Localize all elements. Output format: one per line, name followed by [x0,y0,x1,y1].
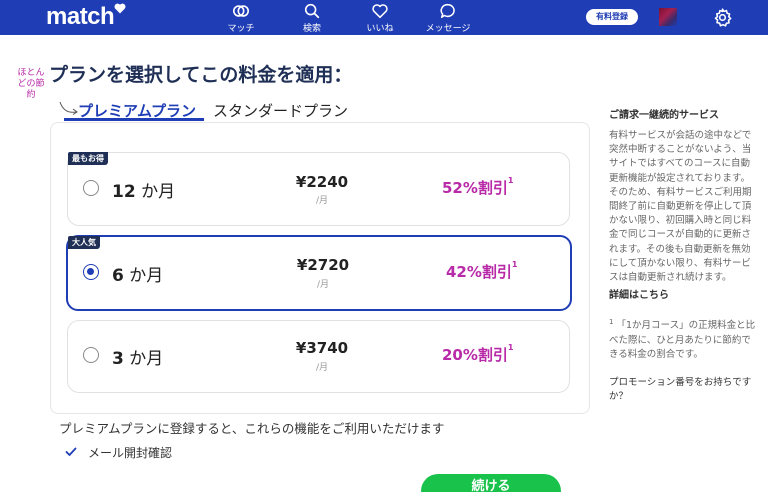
plan-duration: 3 か月 [112,344,163,369]
promo-code-link[interactable]: プロモーション番号をお持ちですか？ [609,376,759,404]
match-logo[interactable]: match [46,3,126,31]
logo-heart-icon [114,3,126,14]
check-icon [65,447,77,456]
plan-duration: 6 か月 [112,261,163,286]
search-icon [304,3,320,19]
heart-icon [372,4,388,19]
tab-standard-plan[interactable]: スタンダードプラン [213,100,348,121]
plan-badge-popular: 大人気 [68,236,100,249]
footnote-text: 「1か月コース」の正規料金と比べた際に、ひと月あたりに節約できる料金の割合です。 [609,320,756,360]
premium-register-button[interactable]: 有料登録 [586,9,638,25]
discount-footnote: 1 「1か月コース」の正規料金と比べた際に、ひと月あたりに節約できる料金の割合で… [609,315,759,362]
chat-bubble-icon [440,3,455,19]
gear-icon[interactable] [712,7,733,28]
logo-text: match [46,3,115,30]
plan-months-unit: か月 [129,266,164,286]
avatar[interactable] [659,8,677,26]
plan-option-6-months[interactable]: 大人気 6 か月 ¥2720 /月 42%割引1 [66,235,572,311]
feature-item-read-receipt: メール開封確認 [88,446,173,460]
plan-discount: 20%割引1 [442,343,514,365]
plan-discount: 52%割引1 [442,176,514,198]
plan-radio-12-months[interactable] [83,180,99,196]
savings-annotation: ほとんどの節約 [17,68,45,100]
plan-radio-6-months[interactable] [83,264,99,280]
billing-info-sidebar: ご請求一継続的サービス 有料サービスが会話の途中などで突然中断することがないよう… [609,106,759,404]
plan-months: 12 [112,182,136,202]
plan-discount-text: 52%割引 [442,179,508,197]
plan-duration: 12 か月 [112,177,175,202]
nav-item-messages[interactable]: メッセージ [413,2,483,34]
nav-label-messages: メッセージ [425,24,471,34]
plan-price: ¥2720 [296,256,350,274]
plan-price-per: /月 [315,196,329,206]
plan-option-12-months[interactable]: 最もお得 12 か月 ¥2240 /月 52%割引1 [67,152,570,226]
plan-discount-footnote: 1 [507,343,514,352]
plan-discount-text: 42%割引 [446,263,512,281]
nav-item-match[interactable]: マッチ [206,2,276,34]
plan-discount-footnote: 1 [511,260,518,269]
plan-badge-best-value: 最もお得 [68,152,108,165]
plan-months-unit: か月 [129,349,164,369]
plan-discount-text: 20%割引 [442,346,508,364]
plan-radio-3-months[interactable] [83,347,99,363]
plan-price-per: /月 [316,280,330,290]
plan-price-per: /月 [315,363,329,373]
plan-option-3-months[interactable]: 3 か月 ¥3740 /月 20%割引1 [67,320,570,393]
features-intro: プレミアムプランに登録すると、これらの機能をご利用いただけます [59,421,445,436]
footnote-mark: 1 [609,318,614,327]
plan-price: ¥2240 [295,173,349,191]
details-link[interactable]: 詳細はこちら [609,286,759,301]
top-navigation-bar: match マッチ 検索 いいね メッセージ 有料登録 [0,0,768,35]
plan-months: 3 [112,349,124,369]
nav-label-match: マッチ [227,24,255,34]
page-title: プランを選択してこの料金を適用： [49,64,353,86]
billing-info-body: 有料サービスが会話の途中などで突然中断することがないよう、当サイトではすべてのコ… [609,130,752,284]
nav-item-likes[interactable]: いいね [345,2,415,34]
nav-label-search: 検索 [302,24,321,34]
active-tab-indicator [64,118,204,121]
plan-discount-footnote: 1 [507,176,514,185]
plan-months: 6 [112,266,124,286]
continue-button[interactable]: 続ける [421,474,561,492]
nav-label-likes: いいね [366,24,394,34]
plan-discount: 42%割引1 [446,260,518,282]
plan-months-unit: か月 [141,182,176,202]
plan-price: ¥3740 [295,339,349,357]
nav-item-search[interactable]: 検索 [277,2,347,34]
billing-info-title: ご請求一継続的サービス [609,110,719,121]
rings-icon [232,5,250,17]
